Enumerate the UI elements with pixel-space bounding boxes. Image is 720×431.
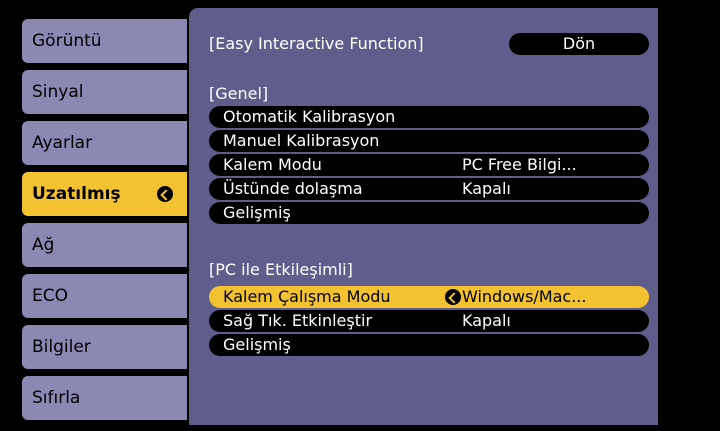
enter-arrow-icon: [157, 186, 173, 202]
section-title-genel: [Genel]: [209, 84, 269, 103]
tab-label: Sinyal: [32, 82, 84, 102]
item-label: Manuel Kalibrasyon: [223, 131, 380, 150]
tab-ag[interactable]: Ağ: [22, 223, 187, 267]
left-menu: Görüntü Sinyal Ayarlar Uzatılmış Ağ ECO …: [0, 0, 190, 431]
menu-item-manuel-kalibrasyon[interactable]: Manuel Kalibrasyon: [209, 130, 649, 152]
tab-label: ECO: [32, 286, 68, 306]
item-label: Üstünde dolaşma: [223, 179, 363, 198]
tab-label: Ayarlar: [32, 133, 93, 153]
menu-item-ustunde-dolasma[interactable]: Üstünde dolaşma Kapalı: [209, 178, 649, 200]
item-label: Kalem Çalışma Modu: [223, 287, 391, 306]
tab-label: Ağ: [32, 235, 55, 255]
tab-label: Sıfırla: [32, 388, 81, 408]
menu-item-kalem-modu[interactable]: Kalem Modu PC Free Bilgi...: [209, 154, 649, 176]
item-value: Kapalı: [462, 311, 511, 330]
enter-arrow-icon: [445, 289, 461, 305]
item-value: PC Free Bilgi...: [462, 155, 577, 174]
tab-label: Uzatılmış: [32, 184, 121, 204]
tab-ayarlar[interactable]: Ayarlar: [22, 121, 187, 165]
item-label: Kalem Modu: [223, 155, 322, 174]
settings-panel: [Easy Interactive Function] Dön [Genel] …: [189, 8, 658, 425]
item-label: Gelişmiş: [223, 203, 291, 222]
menu-item-gelismis-genel[interactable]: Gelişmiş: [209, 202, 649, 224]
item-value: Kapalı: [462, 179, 511, 198]
menu-item-kalem-calisma-modu[interactable]: Kalem Çalışma Modu Windows/Mac...: [209, 286, 649, 308]
item-label: Otomatik Kalibrasyon: [223, 107, 396, 126]
tab-uzatilmis[interactable]: Uzatılmış: [22, 172, 187, 216]
menu-item-otomatik-kalibrasyon[interactable]: Otomatik Kalibrasyon: [209, 106, 649, 128]
item-label: Gelişmiş: [223, 335, 291, 354]
menu-item-sag-tik-etkinlestir[interactable]: Sağ Tık. Etkinleştir Kapalı: [209, 310, 649, 332]
tab-label: Görüntü: [32, 31, 102, 51]
tab-sifirla[interactable]: Sıfırla: [22, 376, 187, 420]
section-title-pc: [PC ile Etkileşimli]: [209, 260, 353, 279]
tab-bilgiler[interactable]: Bilgiler: [22, 325, 187, 369]
item-label: Sağ Tık. Etkinleştir: [223, 311, 373, 330]
tab-eco[interactable]: ECO: [22, 274, 187, 318]
tab-sinyal[interactable]: Sinyal: [22, 70, 187, 114]
tab-label: Bilgiler: [32, 337, 91, 357]
menu-item-gelismis-pc[interactable]: Gelişmiş: [209, 334, 649, 356]
item-value: Windows/Mac...: [462, 287, 587, 306]
back-button[interactable]: Dön: [509, 33, 649, 55]
panel-header: [Easy Interactive Function]: [209, 34, 424, 53]
tab-goruntu[interactable]: Görüntü: [22, 19, 187, 63]
